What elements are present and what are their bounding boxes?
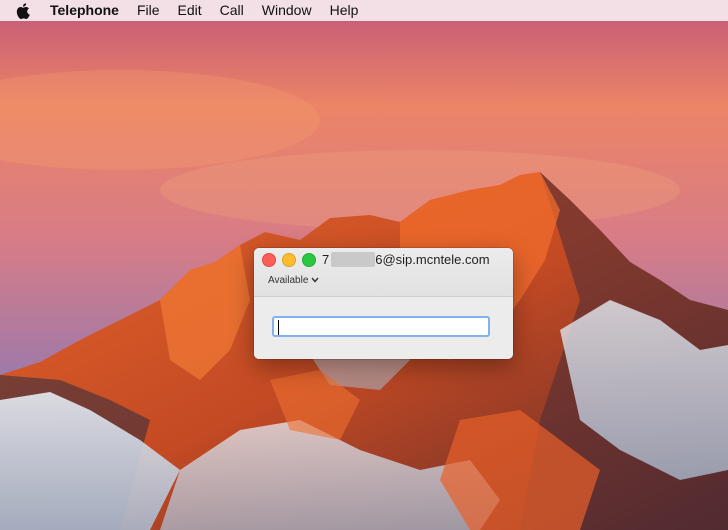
account-title: 7 6@sip.mcntele.com (322, 252, 490, 267)
window-titlebar[interactable]: 7 6@sip.mcntele.com Available (254, 248, 513, 297)
account-suffix: 6@sip.mcntele.com (375, 252, 490, 267)
apple-logo-icon[interactable] (16, 2, 32, 20)
menu-bar: Telephone File Edit Call Window Help (0, 0, 728, 21)
menu-call[interactable]: Call (220, 0, 244, 21)
dial-area (254, 297, 513, 359)
redacted-block (331, 252, 376, 267)
menu-window[interactable]: Window (262, 0, 312, 21)
menu-edit[interactable]: Edit (178, 0, 202, 21)
minimize-window-button[interactable] (282, 253, 296, 267)
telephone-account-window: 7 6@sip.mcntele.com Available (254, 248, 513, 359)
chevron-down-icon (311, 275, 319, 286)
zoom-window-button[interactable] (302, 253, 316, 267)
text-cursor (278, 320, 279, 335)
menu-help[interactable]: Help (330, 0, 359, 21)
availability-menu[interactable]: Available (268, 275, 319, 286)
account-prefix: 7 (322, 252, 330, 267)
availability-label: Available (268, 275, 309, 286)
menu-app-telephone[interactable]: Telephone (50, 0, 119, 21)
menu-file[interactable]: File (137, 0, 160, 21)
number-input[interactable] (272, 316, 490, 337)
close-window-button[interactable] (262, 253, 276, 267)
